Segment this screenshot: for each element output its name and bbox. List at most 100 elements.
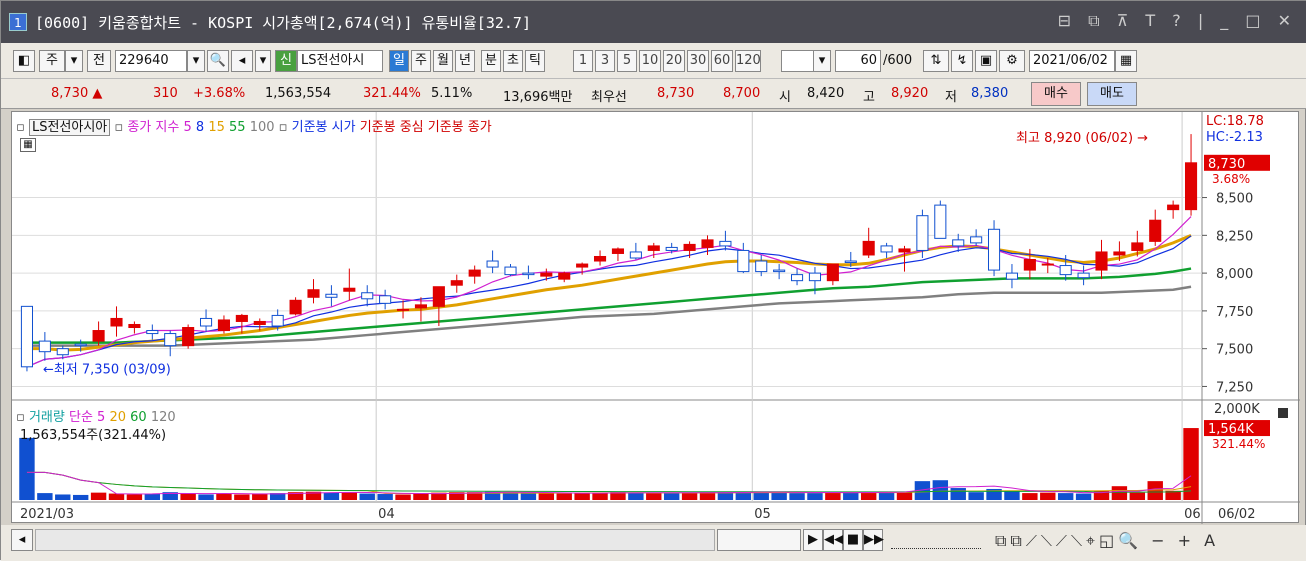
prev-button[interactable]: 전 bbox=[87, 50, 111, 72]
candle-body bbox=[611, 248, 625, 254]
chart-area[interactable]: 8,500 8,250 8,000 7,750 7,500 7,250 최고 8,920 (… bbox=[11, 111, 1300, 524]
legend-stock-name[interactable]: LS전선아시아 bbox=[28, 119, 111, 136]
legend-ma-label: 종가 지수 bbox=[127, 120, 180, 135]
candle-body bbox=[665, 246, 678, 251]
current-price: 8,730 ▲ bbox=[51, 86, 103, 101]
stop-icon[interactable]: ■ bbox=[843, 529, 863, 551]
volume-bar bbox=[144, 494, 161, 500]
scroll-thumb[interactable] bbox=[717, 529, 801, 551]
last-volume-label: 1,564K bbox=[1208, 422, 1254, 437]
candle-body bbox=[647, 245, 660, 251]
volume-bar bbox=[789, 493, 805, 500]
credit-badge[interactable]: 신 bbox=[275, 50, 297, 72]
speaker-dropdown-icon[interactable]: ▾ bbox=[255, 50, 271, 72]
price-change-pct: +3.68% bbox=[193, 86, 246, 101]
volume-bar bbox=[592, 492, 608, 500]
blank-dropdown-icon[interactable]: ▾ bbox=[813, 50, 831, 72]
volume-bar bbox=[126, 494, 143, 500]
horizontal-scrollbar[interactable] bbox=[35, 529, 715, 551]
calendar-icon[interactable]: ▦ bbox=[1115, 50, 1137, 72]
hc-label: HC:-2.13 bbox=[1206, 130, 1263, 145]
period-tab-3[interactable]: 년 bbox=[455, 50, 475, 72]
candle-body bbox=[450, 280, 463, 286]
window-number[interactable]: 1 bbox=[9, 13, 27, 31]
interval-button-7[interactable]: 120 bbox=[735, 50, 761, 72]
interval-button-6[interactable]: 60 bbox=[711, 50, 733, 72]
volume-bar bbox=[377, 494, 393, 500]
indicator-icon[interactable]: ⇅ bbox=[923, 50, 949, 72]
price-volume-chart[interactable]: 8,500 8,250 8,000 7,750 7,500 7,250 최고 8,920 (… bbox=[12, 112, 1300, 524]
volume-bar bbox=[556, 493, 572, 500]
scroll-left-icon[interactable]: ◂ bbox=[11, 529, 33, 551]
gear-icon[interactable]: ⚙ bbox=[999, 50, 1025, 72]
code-dropdown-icon[interactable]: ▾ bbox=[187, 50, 205, 72]
date-input[interactable]: 2021/06/02 bbox=[1029, 50, 1115, 72]
drawing-tools[interactable]: ⧉⧉⟋⟍⟋⟍⌖◱🔍 − + A bbox=[995, 531, 1219, 551]
interval-button-2[interactable]: 5 bbox=[617, 50, 637, 72]
candle-body bbox=[1184, 162, 1198, 211]
interval-button-0[interactable]: 1 bbox=[573, 50, 593, 72]
candle-body bbox=[862, 240, 875, 256]
candle-body bbox=[379, 295, 392, 304]
stock-name-field[interactable]: LS전선아시 bbox=[297, 50, 383, 72]
legend-vol-ma-label: 단순 bbox=[68, 410, 93, 425]
period-tab-2[interactable]: 월 bbox=[433, 50, 453, 72]
candle-body bbox=[1113, 251, 1126, 256]
volume-bar bbox=[323, 492, 340, 500]
candle-body bbox=[289, 299, 302, 315]
candle-body bbox=[504, 266, 517, 276]
count-input[interactable]: 60 bbox=[835, 50, 881, 72]
period-tab-5[interactable]: 초 bbox=[503, 50, 523, 72]
window-controls[interactable]: ⊟ ⧉ ⊼ T ? | _ □ ✕ bbox=[1058, 11, 1297, 31]
save-icon[interactable]: ▣ bbox=[975, 50, 997, 72]
candle-body bbox=[773, 269, 786, 273]
candle-body bbox=[970, 236, 983, 244]
speaker-icon[interactable]: ◂ bbox=[231, 50, 253, 72]
legend-ma5: 5 bbox=[183, 120, 192, 135]
y-tick-label: 7,500 bbox=[1216, 343, 1253, 358]
search-icon[interactable]: 🔍 bbox=[207, 50, 229, 72]
market-select[interactable]: 주 bbox=[39, 50, 65, 72]
price-legend: ▫ LS전선아시아 ▫ 종가 지수 5 8 15 55 100 ▫ 기준봉 시가… bbox=[16, 119, 492, 136]
candle-body bbox=[755, 260, 768, 273]
layout-icon[interactable]: ◧ bbox=[13, 50, 35, 72]
volume-bar bbox=[180, 493, 196, 500]
volume-ma-line bbox=[26, 471, 1192, 494]
interval-button-5[interactable]: 30 bbox=[687, 50, 709, 72]
volume-bar bbox=[843, 492, 859, 500]
sell-button[interactable]: 매도 bbox=[1087, 82, 1137, 106]
candle-body bbox=[558, 272, 571, 280]
chevron-down-icon[interactable]: ▾ bbox=[65, 50, 83, 72]
x-axis-label: 05 bbox=[754, 507, 771, 522]
candle-body bbox=[540, 272, 553, 277]
candle-body bbox=[361, 292, 374, 300]
candle-body bbox=[164, 333, 177, 347]
legend-ma15: 15 bbox=[208, 120, 225, 135]
interval-button-3[interactable]: 10 bbox=[639, 50, 661, 72]
interval-button-4[interactable]: 20 bbox=[663, 50, 685, 72]
forward-icon[interactable]: ▶▶ bbox=[863, 529, 884, 551]
candle-body bbox=[253, 320, 266, 325]
ma8-line bbox=[26, 235, 1192, 368]
compare-icon[interactable]: ↯ bbox=[951, 50, 973, 72]
period-tab-0[interactable]: 일 bbox=[389, 50, 409, 72]
period-tab-6[interactable]: 틱 bbox=[525, 50, 545, 72]
candle-body bbox=[1077, 272, 1090, 279]
play-icon[interactable]: ▶ bbox=[803, 529, 823, 551]
interval-button-1[interactable]: 3 bbox=[595, 50, 615, 72]
legend-base-open: 기준봉 시가 bbox=[291, 120, 356, 135]
period-tab-1[interactable]: 주 bbox=[411, 50, 431, 72]
candle-body bbox=[1005, 272, 1019, 280]
rewind-icon[interactable]: ◀◀ bbox=[823, 529, 844, 551]
volume-bar bbox=[413, 493, 429, 500]
volume-bar bbox=[359, 493, 375, 500]
volume-bar bbox=[216, 494, 232, 500]
buy-button[interactable]: 매수 bbox=[1031, 82, 1081, 106]
x-axis-label: 06 bbox=[1184, 507, 1201, 522]
table-icon[interactable]: ▦ bbox=[20, 138, 36, 152]
zoom-slider[interactable] bbox=[891, 531, 981, 549]
period-tab-4[interactable]: 분 bbox=[481, 50, 501, 72]
volume-bar bbox=[252, 493, 268, 500]
code-input[interactable]: 229640 bbox=[115, 50, 187, 72]
candle-body bbox=[1167, 204, 1180, 211]
